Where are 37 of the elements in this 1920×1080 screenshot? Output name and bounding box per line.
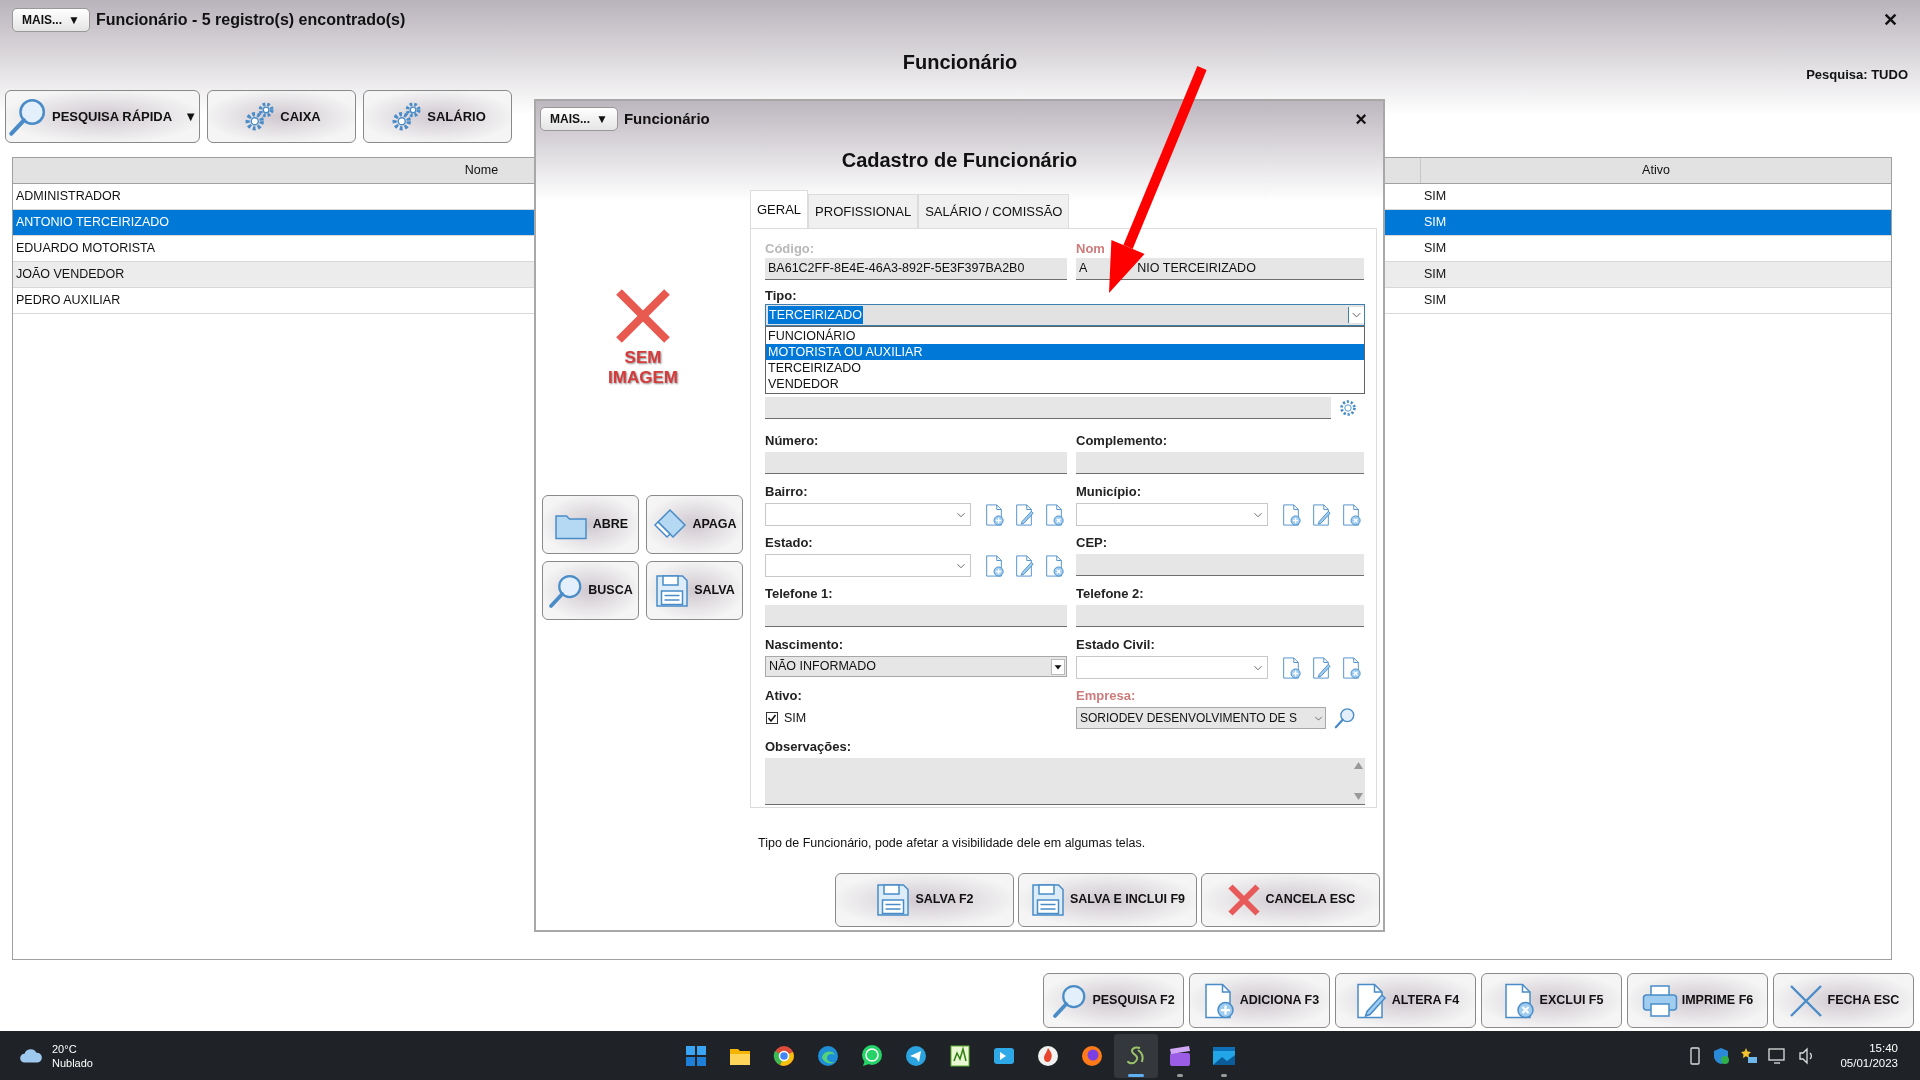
field-label: Número: <box>765 432 820 449</box>
window-title: Funcionário - 5 registro(s) encontrado(s) <box>95 10 406 30</box>
field-label: Estado: <box>765 534 814 551</box>
weather-text: Nublado <box>52 1055 93 1070</box>
field-label: Tipo: <box>765 287 798 302</box>
dialog-title: Funcionário <box>623 108 710 129</box>
field-label: CEP: <box>1076 534 1109 551</box>
page-heading: Funcionário <box>902 50 1018 75</box>
table-cell-text: SIM <box>1424 240 1447 258</box>
temperature-text: 20°C <box>52 1041 78 1056</box>
field-label: Telefone 2: <box>1076 585 1145 602</box>
field-label: Nascimento: <box>765 636 845 653</box>
field-label: Estado Civil: <box>1076 636 1156 653</box>
field-label: Empresa: <box>1076 687 1137 704</box>
field-label: Código: <box>765 240 816 255</box>
field-label: Observações: <box>765 738 852 755</box>
field-label: Nom <box>1076 240 1105 255</box>
table-cell-text: SIM <box>1424 266 1447 284</box>
table-cell-text: SIM <box>1424 292 1447 310</box>
table-cell-text: EDUARDO MOTORISTA <box>16 240 156 258</box>
field-label: Ativo: <box>765 687 803 704</box>
table-cell-text: ADMINISTRADOR <box>16 188 121 206</box>
clock-date: 05/01/2023 <box>1840 1055 1898 1071</box>
clock-time: 15:40 <box>1869 1040 1898 1056</box>
field-label: Complemento: <box>1076 432 1168 449</box>
table-cell-text: JOÃO VENDEDOR <box>16 266 125 284</box>
table-cell-text: PEDRO AUXILIAR <box>16 292 121 310</box>
search-scope-text: Pesquisa: TUDO <box>1806 65 1909 84</box>
table-cell-text: SIM <box>1424 188 1447 206</box>
table-cell-text: SIM <box>1424 214 1447 232</box>
field-label: Telefone 1: <box>765 585 834 602</box>
field-label: Município: <box>1076 483 1142 500</box>
no-image-text: SEM IMAGEM <box>607 348 679 388</box>
hint-text: Tipo de Funcionário, pode afetar a visibilidade dele em algumas telas. <box>757 835 1147 852</box>
field-label: Bairro: <box>765 483 809 500</box>
table-cell-text: ANTONIO TERCEIRIZADO <box>16 214 170 232</box>
checkbox-label: SIM <box>784 709 807 727</box>
